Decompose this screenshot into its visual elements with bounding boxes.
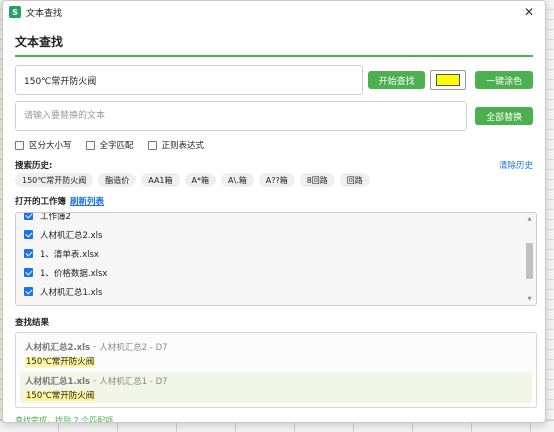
close-icon: ✕ <box>523 5 535 19</box>
app-logo-icon: S <box>9 6 21 18</box>
highlight-color-fill <box>436 74 461 86</box>
workbook-checkbox[interactable] <box>24 287 33 296</box>
highlight-color-picker[interactable] <box>430 70 467 90</box>
replace-all-button[interactable]: 全部替换 <box>475 107 533 125</box>
result-item[interactable]: 人材机汇总1.xls - 人材机汇总1 - D7 150℃常开防火阀 <box>20 372 532 403</box>
result-match-text: 150℃常开防火阀 <box>25 391 96 401</box>
whole-match-label: 全字匹配 <box>99 141 134 151</box>
history-chip[interactable]: A*箱 <box>184 173 217 187</box>
scroll-down-icon[interactable]: ▼ <box>525 295 534 303</box>
workbook-checkbox[interactable] <box>24 268 33 277</box>
workbook-list-scrollbar[interactable]: ▲ ▼ <box>525 215 534 303</box>
history-chip[interactable]: 酯造价 <box>98 173 137 187</box>
page-title: 文本查找 <box>15 33 533 57</box>
history-chip[interactable]: 回路 <box>339 173 370 187</box>
results-list: 人材机汇总2.xls - 人材机汇总2 - D7 150℃常开防火阀 人材机汇总… <box>15 332 537 408</box>
history-label: 搜索历史: <box>15 160 53 171</box>
result-file: 人材机汇总1.xls <box>25 377 91 387</box>
dialog-titlebar[interactable]: S 文本查找 ✕ <box>3 1 545 23</box>
result-separator: - <box>93 376 97 386</box>
replace-input[interactable] <box>15 101 468 131</box>
spreadsheet-background-right <box>546 0 554 432</box>
status-text: 查找完成，找到 2 个匹配项 <box>15 416 114 423</box>
refresh-list-link[interactable]: 刷新列表 <box>70 195 104 207</box>
whole-match-option[interactable]: 全字匹配 <box>85 139 134 151</box>
history-chip[interactable]: AA1箱 <box>141 173 180 187</box>
result-location: 人材机汇总1 - D7 <box>99 377 168 387</box>
workbook-name: 1、价格数据.xlsx <box>40 268 108 279</box>
close-button[interactable]: ✕ <box>521 4 537 20</box>
history-chip[interactable]: 150℃常开防火阀 <box>15 173 94 187</box>
workbook-name: 1、清单表.xlsx <box>40 249 99 260</box>
result-location: 人材机汇总2 - D7 <box>99 343 168 353</box>
result-separator: - <box>93 342 97 352</box>
history-chips: 150℃常开防火阀 酯造价 AA1箱 A*箱 A\.箱 A??箱 8回路 回路 <box>15 173 533 187</box>
scroll-thumb[interactable] <box>526 243 533 279</box>
workbook-checkbox[interactable] <box>24 249 33 258</box>
workbook-list: 工作簿2 人材机汇总2.xls 1、清单表.xlsx 1、价格数据.xlsx 人… <box>15 212 537 306</box>
case-sensitive-checkbox[interactable] <box>15 140 24 150</box>
case-sensitive-label: 区分大小写 <box>29 141 72 151</box>
workbook-name: 人材机汇总1.xls <box>40 287 103 298</box>
workbook-checkbox[interactable] <box>24 230 33 239</box>
result-match-text: 150℃常开防火阀 <box>25 357 96 367</box>
whole-match-checkbox[interactable] <box>85 140 95 150</box>
list-item[interactable]: 工作簿2 <box>24 212 520 225</box>
list-item[interactable]: 人材机汇总1.xls <box>24 282 520 301</box>
list-item[interactable]: 人材机汇总2.xls <box>24 225 520 244</box>
workbook-name: 工作簿2 <box>40 212 71 222</box>
search-options: 区分大小写 全字匹配 正则表达式 <box>15 139 533 151</box>
list-item[interactable]: 1、价格数据.xlsx <box>24 263 520 282</box>
history-chip[interactable]: A\.箱 <box>221 173 254 187</box>
workbook-name: 人材机汇总2.xls <box>40 230 103 241</box>
workbook-checkbox[interactable] <box>24 213 33 220</box>
history-chip[interactable]: 8回路 <box>299 173 335 187</box>
scroll-up-icon[interactable]: ▲ <box>525 215 534 223</box>
result-file: 人材机汇总2.xls <box>25 343 91 353</box>
start-search-button[interactable]: 开始查找 <box>367 71 426 89</box>
clear-history-link[interactable]: 清除历史 <box>499 159 533 171</box>
window-title: 文本查找 <box>26 8 63 19</box>
paint-all-button[interactable]: 一键涂色 <box>475 71 533 89</box>
regex-option[interactable]: 正则表达式 <box>147 139 205 151</box>
regex-label: 正则表达式 <box>161 141 205 151</box>
results-label: 查找结果 <box>15 318 50 328</box>
text-find-dialog: S 文本查找 ✕ 文本查找 开始查找 一键涂色 全部替换 区分大小写 <box>2 0 546 423</box>
case-sensitive-option[interactable]: 区分大小写 <box>15 139 72 151</box>
regex-checkbox[interactable] <box>147 140 157 150</box>
history-chip[interactable]: A??箱 <box>258 173 295 187</box>
result-item[interactable]: 人材机汇总2.xls - 人材机汇总2 - D7 150℃常开防火阀 <box>20 338 532 369</box>
list-item[interactable]: 1、清单表.xlsx <box>24 244 520 263</box>
search-input[interactable] <box>15 65 363 95</box>
workbooks-label: 打开的工作簿 <box>15 196 67 207</box>
